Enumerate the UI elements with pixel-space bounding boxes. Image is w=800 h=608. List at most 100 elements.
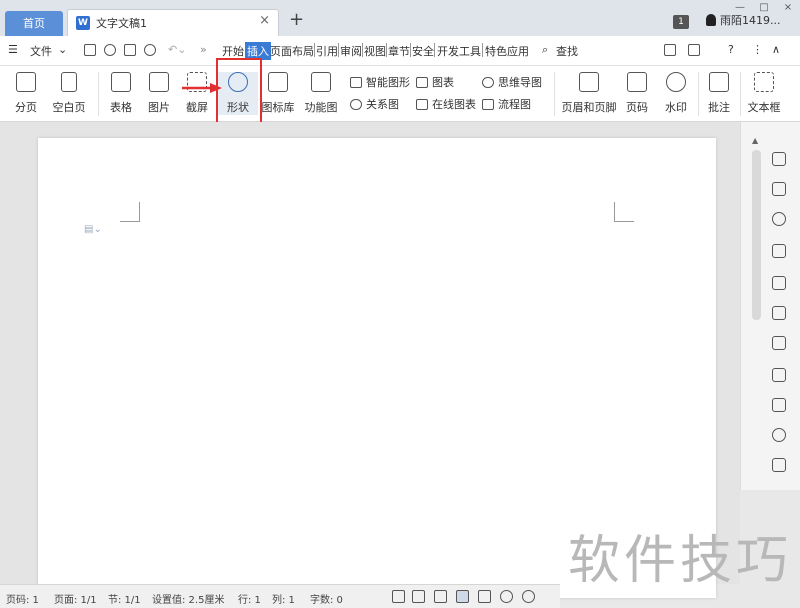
user-name: 雨陌1419... [720,14,781,27]
comment-button[interactable]: 批注 [702,72,736,115]
print-preview-icon[interactable] [144,44,156,56]
hamburger-icon[interactable]: ☰ [8,43,18,56]
chart-button[interactable]: 图表 [416,74,454,90]
writer-doc-icon: W [76,16,90,30]
menu-security[interactable]: 安全 [412,43,434,59]
undo-icon[interactable]: ↶⌄ [168,43,186,56]
status-page-number[interactable]: 页码: 1 [6,591,39,606]
menu-page-layout[interactable]: 页面布局 [270,43,314,59]
eye-protection-icon[interactable] [522,590,535,603]
header-footer-label: 页眉和页脚 [561,101,617,114]
page-view-icon[interactable] [456,590,469,603]
header-footer-icon [579,72,599,92]
smart-shape-icon [350,77,362,88]
menu-developer[interactable]: 开发工具 [437,43,481,59]
image-icon[interactable] [772,458,786,472]
share-icon[interactable] [664,44,676,56]
menu-review[interactable]: 审阅 [340,43,362,59]
tab-home[interactable]: 首页 [5,11,63,36]
more-icon[interactable]: » [200,43,207,56]
fullscreen-icon[interactable] [392,590,405,603]
page-number-icon [627,72,647,92]
web-view-icon[interactable] [500,590,513,603]
shapes-icon[interactable] [772,212,786,226]
smart-shape-button[interactable]: 智能图形 [350,74,410,90]
menu-chapter[interactable]: 章节 [388,43,410,59]
tab-document[interactable]: W 文字文稿1 × [67,9,279,36]
read-mode-icon[interactable] [412,590,425,603]
textbox-button[interactable]: 文本框 [744,72,784,115]
icon-library-button[interactable]: 图标库 [260,72,296,115]
new-tab-button[interactable]: + [289,9,304,30]
close-tab-icon[interactable]: × [259,13,270,28]
style-icon[interactable] [772,244,786,258]
paragraph-menu-icon[interactable]: ▤⌄ [84,224,102,235]
sync-icon[interactable] [688,44,700,56]
export-icon[interactable] [772,398,786,412]
smart-shape-label: 智能图形 [366,76,410,89]
settings-icon[interactable] [772,336,786,350]
scroll-up-icon[interactable]: ▲ [752,136,758,145]
vertical-scrollbar[interactable] [752,150,761,320]
flowchart-button[interactable]: 流程图 [482,96,531,112]
maximize-icon[interactable]: □ [752,3,776,13]
margin-corner-top-left [120,202,140,222]
print-icon[interactable] [124,44,136,56]
pen-icon[interactable] [772,152,786,166]
format-painter-icon[interactable] [104,44,116,56]
header-footer-button[interactable]: 页眉和页脚 [560,72,618,115]
grid-icon[interactable] [772,306,786,320]
gallery-icon[interactable] [772,368,786,382]
collapse-ribbon-icon[interactable]: ∧ [772,43,780,56]
status-pages[interactable]: 页面: 1/1 [54,591,97,606]
menu-file[interactable]: 文件 [30,43,52,59]
status-word-count[interactable]: 字数: 0 [310,591,343,606]
online-chart-button[interactable]: 在线图表 [416,96,476,112]
menu-reference[interactable]: 引用 [316,43,338,59]
picture-label: 图片 [148,101,170,114]
shape-highlight-box [216,58,262,126]
blank-page-button[interactable]: 空白页 [48,72,90,115]
status-bar: 页码: 1 页面: 1/1 节: 1/1 设置值: 2.5厘米 行: 1 列: … [0,584,560,608]
user-account[interactable]: 雨陌1419... [706,12,780,28]
search-icon[interactable]: ⌕ [542,43,548,57]
watermark-button[interactable]: 水印 [658,72,694,115]
blank-page-icon [61,72,77,92]
function-chart-button[interactable]: 功能图 [300,72,342,115]
cursor-icon[interactable] [772,182,786,196]
relation-chart-button[interactable]: 关系图 [350,96,399,112]
edit-mode-icon[interactable] [434,590,447,603]
translate-icon[interactable] [772,428,786,442]
save-icon[interactable] [84,44,96,56]
chevron-down-icon[interactable]: ⌄ [58,43,67,56]
menu-start[interactable]: 开始 [222,43,244,59]
table-button[interactable]: 表格 [104,72,138,115]
menu-view[interactable]: 视图 [364,43,386,59]
mind-map-label: 思维导图 [498,76,542,89]
watermark-text: 软件技巧 [568,531,793,591]
status-setting-value[interactable]: 设置值: 2.5厘米 [152,591,224,606]
search-label[interactable]: 查找 [556,43,578,59]
picture-button[interactable]: 图片 [142,72,176,115]
window-count-badge[interactable]: 1 [673,15,689,29]
status-row[interactable]: 行: 1 [238,591,261,606]
page-break-button[interactable]: 分页 [8,72,44,115]
menu-divider [314,43,315,57]
status-column[interactable]: 列: 1 [272,591,295,606]
table-icon [111,72,131,92]
flowchart-label: 流程图 [498,98,531,111]
outline-view-icon[interactable] [478,590,491,603]
page-number-button[interactable]: 页码 [620,72,654,115]
screenshot-button[interactable]: 截屏 [180,72,214,115]
minimize-icon[interactable]: — [728,3,752,13]
close-window-icon[interactable]: × [776,3,800,13]
document-area: ▤⌄ [0,122,740,598]
picture-icon [149,72,169,92]
menu-special[interactable]: 特色应用 [485,43,529,59]
mind-map-button[interactable]: 思维导图 [482,74,542,90]
pointer-arrow-icon [182,83,222,93]
help-icon[interactable]: ? [728,43,734,56]
table-side-icon[interactable] [772,276,786,290]
more-options-icon[interactable]: ⋮ [752,43,763,56]
status-section[interactable]: 节: 1/1 [108,591,141,606]
